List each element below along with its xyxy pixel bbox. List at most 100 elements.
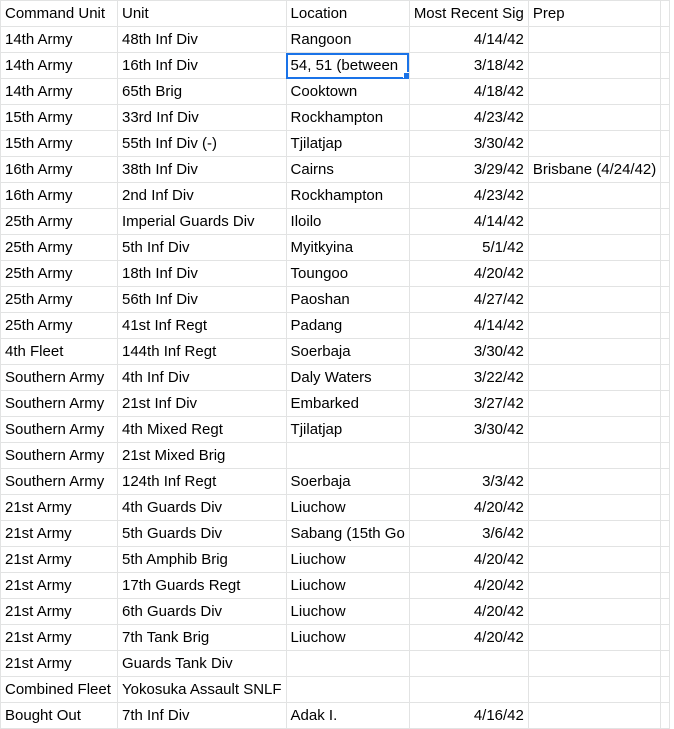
cell-prep[interactable] [527, 312, 662, 339]
cell-most-recent-sig[interactable]: 3/30/42 [408, 130, 529, 157]
empty-cell[interactable] [660, 676, 671, 703]
cell-unit[interactable]: 17th Guards Regt [117, 572, 287, 599]
cell-command-unit[interactable]: 25th Army [0, 234, 118, 261]
cell-prep[interactable] [527, 520, 662, 547]
cell-most-recent-sig[interactable]: 3/30/42 [408, 416, 529, 443]
cell-most-recent-sig[interactable]: 4/20/42 [408, 260, 529, 287]
cell-unit[interactable]: 21st Mixed Brig [117, 442, 287, 469]
empty-cell[interactable] [660, 494, 671, 521]
cell-command-unit[interactable]: Southern Army [0, 416, 118, 443]
cell-location[interactable]: Rockhampton [285, 182, 410, 209]
empty-cell[interactable] [660, 338, 671, 365]
empty-cell[interactable] [660, 702, 671, 729]
cell-unit[interactable]: Guards Tank Div [117, 650, 287, 677]
cell-most-recent-sig[interactable] [408, 442, 529, 469]
cell-most-recent-sig[interactable]: 4/14/42 [408, 208, 529, 235]
cell-most-recent-sig[interactable]: 4/14/42 [408, 26, 529, 53]
cell-most-recent-sig[interactable]: 4/20/42 [408, 546, 529, 573]
cell-location[interactable]: Tjilatjap [285, 130, 410, 157]
cell-command-unit[interactable]: Southern Army [0, 468, 118, 495]
cell-prep[interactable] [527, 208, 662, 235]
cell-prep[interactable] [527, 182, 662, 209]
cell-prep[interactable] [527, 416, 662, 443]
cell-location[interactable]: Liuchow [285, 598, 410, 625]
cell-command-unit[interactable]: Southern Army [0, 442, 118, 469]
cell-unit[interactable]: Yokosuka Assault SNLF [117, 676, 287, 703]
cell-prep[interactable] [527, 26, 662, 53]
cell-location[interactable]: Soerbaja [285, 338, 410, 365]
header-most-recent-sig[interactable]: Most Recent Sig [408, 0, 529, 27]
header-command-unit[interactable]: Command Unit [0, 0, 118, 27]
cell-most-recent-sig[interactable]: 3/30/42 [408, 338, 529, 365]
cell-command-unit[interactable]: Southern Army [0, 390, 118, 417]
cell-location[interactable]: Cairns [285, 156, 410, 183]
cell-unit[interactable]: 48th Inf Div [117, 26, 287, 53]
cell-most-recent-sig[interactable]: 5/1/42 [408, 234, 529, 261]
cell-location[interactable] [285, 650, 410, 677]
cell-location[interactable] [285, 676, 410, 703]
cell-most-recent-sig[interactable]: 4/23/42 [408, 104, 529, 131]
cell-location[interactable]: Myitkyina [285, 234, 410, 261]
cell-command-unit[interactable]: 15th Army [0, 104, 118, 131]
empty-cell[interactable] [660, 312, 671, 339]
cell-unit[interactable]: 5th Guards Div [117, 520, 287, 547]
cell-prep[interactable] [527, 676, 662, 703]
cell-unit[interactable]: 5th Inf Div [117, 234, 287, 261]
cell-command-unit[interactable]: 15th Army [0, 130, 118, 157]
cell-prep[interactable] [527, 598, 662, 625]
cell-command-unit[interactable]: 25th Army [0, 208, 118, 235]
cell-most-recent-sig[interactable] [408, 650, 529, 677]
empty-cell[interactable] [660, 130, 671, 157]
cell-unit[interactable]: 7th Inf Div [117, 702, 287, 729]
cell-most-recent-sig[interactable]: 3/22/42 [408, 364, 529, 391]
cell-command-unit[interactable]: 14th Army [0, 78, 118, 105]
empty-cell[interactable] [660, 442, 671, 469]
empty-cell[interactable] [660, 104, 671, 131]
empty-cell[interactable] [660, 546, 671, 573]
empty-cell[interactable] [660, 390, 671, 417]
cell-command-unit[interactable]: 16th Army [0, 156, 118, 183]
cell-location[interactable]: Embarked [285, 390, 410, 417]
cell-most-recent-sig[interactable]: 4/18/42 [408, 78, 529, 105]
selected-cell[interactable]: 54, 51 (between [285, 52, 410, 79]
cell-location[interactable]: Cooktown [285, 78, 410, 105]
cell-location[interactable]: Toungoo [285, 260, 410, 287]
cell-location[interactable]: Liuchow [285, 494, 410, 521]
fill-handle[interactable] [402, 72, 409, 78]
cell-unit[interactable]: 56th Inf Div [117, 286, 287, 313]
cell-most-recent-sig[interactable]: 4/20/42 [408, 624, 529, 651]
cell-location[interactable]: Sabang (15th Go [285, 520, 410, 547]
cell-unit[interactable]: 16th Inf Div [117, 52, 287, 79]
cell-unit[interactable]: Imperial Guards Div [117, 208, 287, 235]
cell-prep[interactable] [527, 442, 662, 469]
cell-location[interactable]: Liuchow [285, 546, 410, 573]
cell-unit[interactable]: 41st Inf Regt [117, 312, 287, 339]
cell-prep[interactable] [527, 572, 662, 599]
cell-command-unit[interactable]: 16th Army [0, 182, 118, 209]
cell-location[interactable]: Padang [285, 312, 410, 339]
cell-unit[interactable]: 7th Tank Brig [117, 624, 287, 651]
cell-most-recent-sig[interactable]: 3/18/42 [408, 52, 529, 79]
cell-unit[interactable]: 6th Guards Div [117, 598, 287, 625]
cell-location[interactable]: Paoshan [285, 286, 410, 313]
cell-prep[interactable] [527, 286, 662, 313]
cell-prep[interactable] [527, 234, 662, 261]
empty-cell[interactable] [660, 0, 671, 27]
cell-unit[interactable]: 38th Inf Div [117, 156, 287, 183]
cell-most-recent-sig[interactable] [408, 676, 529, 703]
cell-prep[interactable] [527, 78, 662, 105]
cell-command-unit[interactable]: 21st Army [0, 494, 118, 521]
cell-location[interactable]: Rangoon [285, 26, 410, 53]
empty-cell[interactable] [660, 364, 671, 391]
empty-cell[interactable] [660, 286, 671, 313]
cell-command-unit[interactable]: 25th Army [0, 260, 118, 287]
cell-most-recent-sig[interactable]: 4/20/42 [408, 494, 529, 521]
cell-command-unit[interactable]: 4th Fleet [0, 338, 118, 365]
cell-command-unit[interactable]: 21st Army [0, 598, 118, 625]
cell-unit[interactable]: 55th Inf Div (-) [117, 130, 287, 157]
cell-command-unit[interactable]: 25th Army [0, 286, 118, 313]
cell-most-recent-sig[interactable]: 4/20/42 [408, 572, 529, 599]
cell-unit[interactable]: 4th Guards Div [117, 494, 287, 521]
cell-unit[interactable]: 65th Brig [117, 78, 287, 105]
cell-prep[interactable] [527, 364, 662, 391]
